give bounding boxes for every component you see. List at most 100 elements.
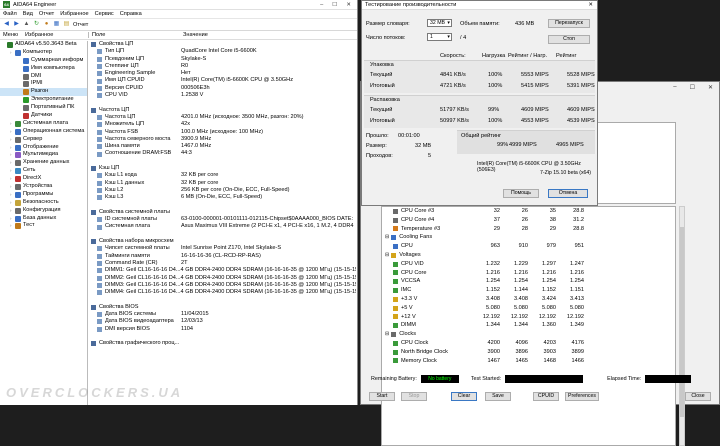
start-button[interactable]: Start	[369, 392, 395, 401]
tree-item[interactable]: › DirectX	[0, 175, 87, 183]
property-row: Кэш L2 256 KB per core (On-Die, ECC, Full…	[89, 187, 356, 194]
tree-item[interactable]: Портативный ПК	[0, 104, 87, 112]
sensor-row[interactable]: North Bridge Clock 3900 3896 3903 3899	[382, 348, 675, 357]
preferences-button[interactable]: Preferences	[565, 392, 599, 401]
tree-item[interactable]: › Тест	[0, 222, 87, 230]
tree-item[interactable]: › Безопасность	[0, 199, 87, 207]
tree-item[interactable]: Суммарная информ	[0, 57, 87, 65]
refresh-icon[interactable]: ↻	[33, 21, 40, 28]
close-icon[interactable]: ✕	[346, 2, 351, 8]
property-row: Степпинг ЦП R0	[89, 63, 356, 70]
menu-file[interactable]: Файл	[3, 11, 17, 17]
tree-item[interactable]: › Компьютер	[0, 49, 87, 57]
help-button[interactable]: Помощь	[503, 189, 539, 198]
minimize-icon[interactable]: –	[320, 2, 323, 8]
tree-item[interactable]: › Мультимедиа	[0, 151, 87, 159]
up-arrow-icon[interactable]: ▲	[23, 21, 30, 28]
tree-item-label: Портативный ПК	[31, 104, 75, 111]
sensor-row[interactable]: CPU Core 1.216 1.216 1.216 1.216	[382, 269, 675, 278]
stability-window-controls: – ☐ ✕	[673, 84, 713, 91]
tree-item[interactable]: › Сеть	[0, 167, 87, 175]
column-field[interactable]: Поле	[88, 32, 180, 38]
tree-item[interactable]: › Отображение	[0, 144, 87, 152]
menu-favorites[interactable]: Избранное	[60, 11, 88, 17]
menu-service[interactable]: Сервис	[95, 11, 114, 17]
menu-help[interactable]: Справка	[120, 11, 142, 17]
menu-view[interactable]: Вид	[23, 11, 33, 17]
cancel-button[interactable]: Отмена	[548, 189, 588, 198]
maximize-icon[interactable]: ☐	[690, 84, 695, 91]
report-icon[interactable]: ▤	[63, 21, 70, 28]
tree-item[interactable]: DMI	[0, 73, 87, 81]
maximize-icon[interactable]: ☐	[332, 2, 337, 8]
tree-item[interactable]: › Хранение данных	[0, 159, 87, 167]
minimize-icon[interactable]: –	[673, 84, 676, 91]
sensor-row[interactable]: Memory Clock 1467 1465 1468 1466	[382, 357, 675, 366]
sensor-row[interactable]: +12 V 12.192 12.192 12.192 12.192	[382, 313, 675, 322]
collapse-toggle-icon[interactable]: ⊟	[385, 330, 389, 339]
property-icon	[97, 64, 102, 70]
sensor-row[interactable]: IMC 1.152 1.144 1.152 1.151	[382, 286, 675, 295]
sensor-group[interactable]: ⊟ Cooling Fans	[382, 233, 675, 242]
sensor-row[interactable]: DIMM 1.344 1.344 1.360 1.349	[382, 321, 675, 330]
tree-item[interactable]: › Операционная система	[0, 128, 87, 136]
menu-report[interactable]: Отчет	[39, 11, 54, 17]
tree-item[interactable]: Разгон	[0, 88, 87, 97]
stop-button[interactable]: Stop	[401, 392, 427, 401]
collapse-toggle-icon[interactable]: ⊟	[385, 251, 389, 260]
tree-item[interactable]: › Программы	[0, 191, 87, 199]
threads-select[interactable]: 1 ▾	[427, 33, 452, 41]
tab-menu[interactable]: Меню	[0, 32, 22, 38]
tree-item[interactable]: Имя компьютера	[0, 65, 87, 73]
sensor-table[interactable]: CPU Core #3 32 26 35 28.8 CPU Core #4 37 26 38 31…	[381, 206, 676, 446]
property-field: Command Rate (CR)	[89, 260, 181, 267]
property-name: Кэш L1 данных	[105, 179, 145, 186]
close-icon[interactable]: ✕	[708, 84, 713, 91]
sensor-row[interactable]: CPU VID 1.232 1.229 1.297 1.247	[382, 260, 675, 269]
property-icon	[97, 188, 102, 194]
stop-button[interactable]: Стоп	[548, 35, 590, 44]
property-value: 2T	[181, 259, 188, 266]
sensor-row[interactable]: CPU Clock 4200 4096 4203 4176	[382, 339, 675, 348]
tree-item[interactable]: › Сервер	[0, 136, 87, 144]
dict-size-select[interactable]: 32 MB ▾	[427, 19, 452, 27]
sensor-row[interactable]: CPU Core #4 37 26 38 31.2	[382, 216, 675, 225]
tree-item[interactable]: IPMI	[0, 80, 87, 88]
sensor-value: 12.192	[538, 313, 556, 320]
benchmark-row: Текущий 4841 KB/s 100% 5553 MIPS 5528 MIPS	[364, 70, 595, 81]
user-icon[interactable]: ●	[43, 21, 50, 28]
tab-favorites[interactable]: Избранное	[22, 32, 88, 38]
tree-item[interactable]: Электропитание	[0, 96, 87, 104]
back-arrow-icon[interactable]: ◀	[3, 21, 10, 28]
restart-button[interactable]: Перезапуск	[548, 19, 590, 28]
column-value[interactable]: Значение	[180, 32, 208, 38]
collapse-toggle-icon[interactable]: ⊟	[385, 233, 389, 242]
sensor-row[interactable]: Temperature #3 29 28 29 28.8	[382, 225, 675, 234]
sensor-row[interactable]: VCCSA 1.254 1.254 1.254 1.254	[382, 277, 675, 286]
tree-item[interactable]: › Устройства	[0, 183, 87, 191]
sensor-group[interactable]: ⊟ Clocks	[382, 330, 675, 339]
tree-item[interactable]: › Системная плата	[0, 120, 87, 128]
cpuid-button[interactable]: CPUID	[533, 392, 559, 401]
tree-item[interactable]: › База данных	[0, 215, 87, 223]
close-button[interactable]: Close	[685, 392, 711, 401]
sensor-row[interactable]: CPU Core #3 32 26 35 28.8	[382, 207, 675, 216]
sensor-group[interactable]: ⊟ Voltages	[382, 251, 675, 260]
tree-item[interactable]: Датчики	[0, 112, 87, 120]
tree-item[interactable]: AIDA64 v5.50.3643 Beta	[0, 41, 87, 49]
size-label: Размер:	[366, 143, 387, 149]
sensor-table-scrollbar[interactable]	[679, 206, 685, 446]
chart-icon[interactable]: ▦	[53, 21, 60, 28]
forward-arrow-icon[interactable]: ▶	[13, 21, 20, 28]
save-button[interactable]: Save	[485, 392, 511, 401]
sensor-row[interactable]: +3.3 V 3.408 3.408 3.424 3.413	[382, 295, 675, 304]
report-button[interactable]: Отчет	[73, 22, 88, 28]
tree-item[interactable]: › Конфигурация	[0, 207, 87, 215]
property-row: Кэш L1 данных 32 KB per core	[89, 180, 356, 187]
sensor-row[interactable]: +5 V 5.080 5.080 5.080 5.080	[382, 304, 675, 313]
close-icon[interactable]: ✕	[588, 2, 597, 8]
size-value: 32 MB	[415, 143, 432, 149]
sensor-row[interactable]: CPU 963 910 979 951	[382, 242, 675, 251]
clear-button[interactable]: Clear	[451, 392, 477, 401]
aida64-nav-tree[interactable]: AIDA64 v5.50.3643 Beta › Компьютер Суммарна…	[0, 41, 88, 405]
